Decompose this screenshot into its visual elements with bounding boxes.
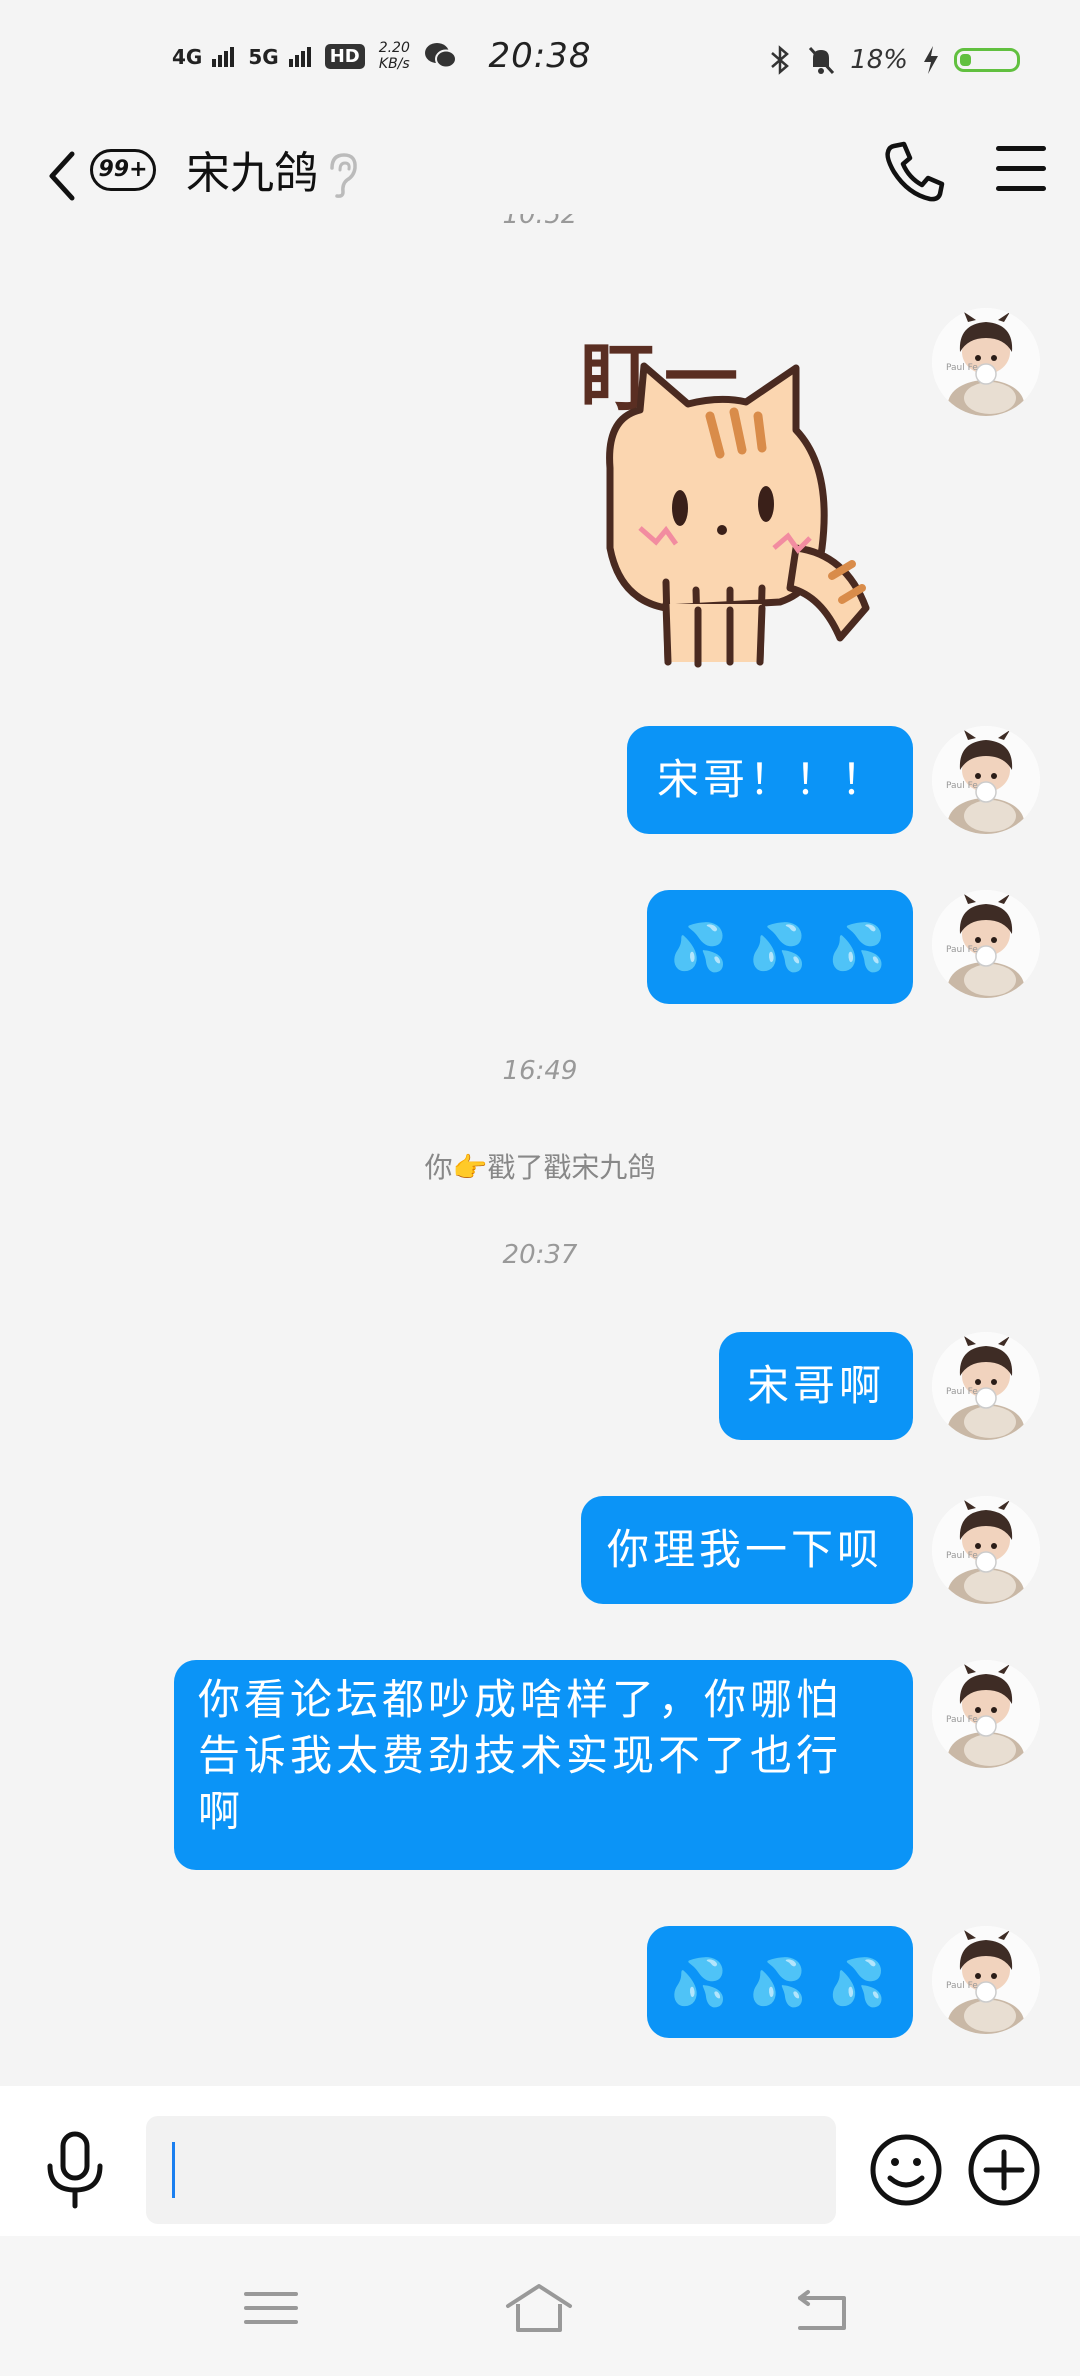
unread-count-badge[interactable]: 99+ <box>90 149 156 191</box>
battery-percent: 18% <box>850 45 908 75</box>
poke-notice[interactable]: 你👉戳了戳宋九鸽 <box>0 1146 1080 1186</box>
mute-bell-icon <box>809 46 835 75</box>
message-bubble[interactable]: 宋哥啊 <box>719 1332 913 1440</box>
avatar-image <box>932 1926 1040 2034</box>
sticker-message[interactable]: 盯一 <box>570 318 910 678</box>
message-input[interactable] <box>146 2116 836 2224</box>
message-text: 宋哥啊 <box>747 1361 886 1410</box>
system-nav-bar <box>0 2236 1080 2376</box>
avatar[interactable] <box>932 1660 1040 1768</box>
sweat-drops-emoji: 💦 <box>670 1955 732 2009</box>
timestamp: 20:37 <box>502 1240 578 1270</box>
status-bar: 4G 5G HD 2.20 KB/s 20:38 18% <box>0 0 1080 130</box>
contact-name[interactable]: 宋九鸽 <box>186 140 318 208</box>
sweat-drops-emoji: 💦 <box>749 1955 811 2009</box>
timestamp: 16:49 <box>502 1056 578 1086</box>
message-bubble[interactable]: 你看论坛都吵成啥样了，你哪怕告诉我太费劲技术实现不了也行啊 <box>174 1660 913 1870</box>
nav-home-icon[interactable] <box>504 2278 574 2338</box>
message-text: 你理我一下呗 <box>607 1525 884 1574</box>
message-bubble[interactable]: 💦 💦 💦 <box>647 890 913 1004</box>
message-text: 宋哥！！！ <box>657 755 888 804</box>
sweat-drops-emoji: 💦 <box>749 920 811 974</box>
avatar-image <box>932 1660 1040 1768</box>
nav-menu-icon[interactable] <box>236 2278 306 2338</box>
sweat-drops-emoji: 💦 <box>670 920 732 974</box>
timestamp: 10:52 <box>502 214 578 230</box>
menu-icon[interactable] <box>996 146 1046 198</box>
avatar-image <box>932 726 1040 834</box>
bluetooth-icon <box>771 45 790 75</box>
smiley-icon[interactable] <box>868 2132 944 2208</box>
phone-icon[interactable] <box>880 138 950 208</box>
message-bubble[interactable]: 宋哥！！！ <box>627 726 913 834</box>
input-bar <box>0 2086 1080 2236</box>
battery-icon <box>954 48 1020 72</box>
avatar-image <box>932 1496 1040 1604</box>
sweat-drops-emoji: 💦 <box>828 1955 890 2009</box>
nav-back-icon[interactable] <box>786 2278 856 2338</box>
avatar[interactable] <box>932 1926 1040 2034</box>
message-bubble[interactable]: 你理我一下呗 <box>581 1496 913 1604</box>
emoji-row: 💦 💦 💦 <box>647 1926 913 2038</box>
avatar-image <box>932 890 1040 998</box>
avatar-image <box>932 1332 1040 1440</box>
sweat-drops-emoji: 💦 <box>828 920 890 974</box>
avatar[interactable] <box>932 1496 1040 1604</box>
plus-icon[interactable] <box>966 2132 1042 2208</box>
cat-sticker-image <box>606 362 870 668</box>
message-text: 你看论坛都吵成啥样了，你哪怕告诉我太费劲技术实现不了也行啊 <box>198 1675 843 1836</box>
avatar-image <box>932 308 1040 416</box>
text-caret <box>172 2142 175 2198</box>
chevron-left-icon[interactable] <box>40 146 84 206</box>
charging-icon <box>924 46 938 74</box>
message-bubble[interactable]: 💦 💦 💦 <box>647 1926 913 2038</box>
avatar[interactable] <box>932 726 1040 834</box>
status-right: 18% <box>768 44 1020 76</box>
avatar[interactable] <box>932 890 1040 998</box>
microphone-icon[interactable] <box>40 2130 110 2210</box>
avatar[interactable] <box>932 308 1040 416</box>
avatar[interactable] <box>932 1332 1040 1440</box>
ear-icon[interactable] <box>322 150 362 200</box>
emoji-row: 💦 💦 💦 <box>647 890 913 1004</box>
